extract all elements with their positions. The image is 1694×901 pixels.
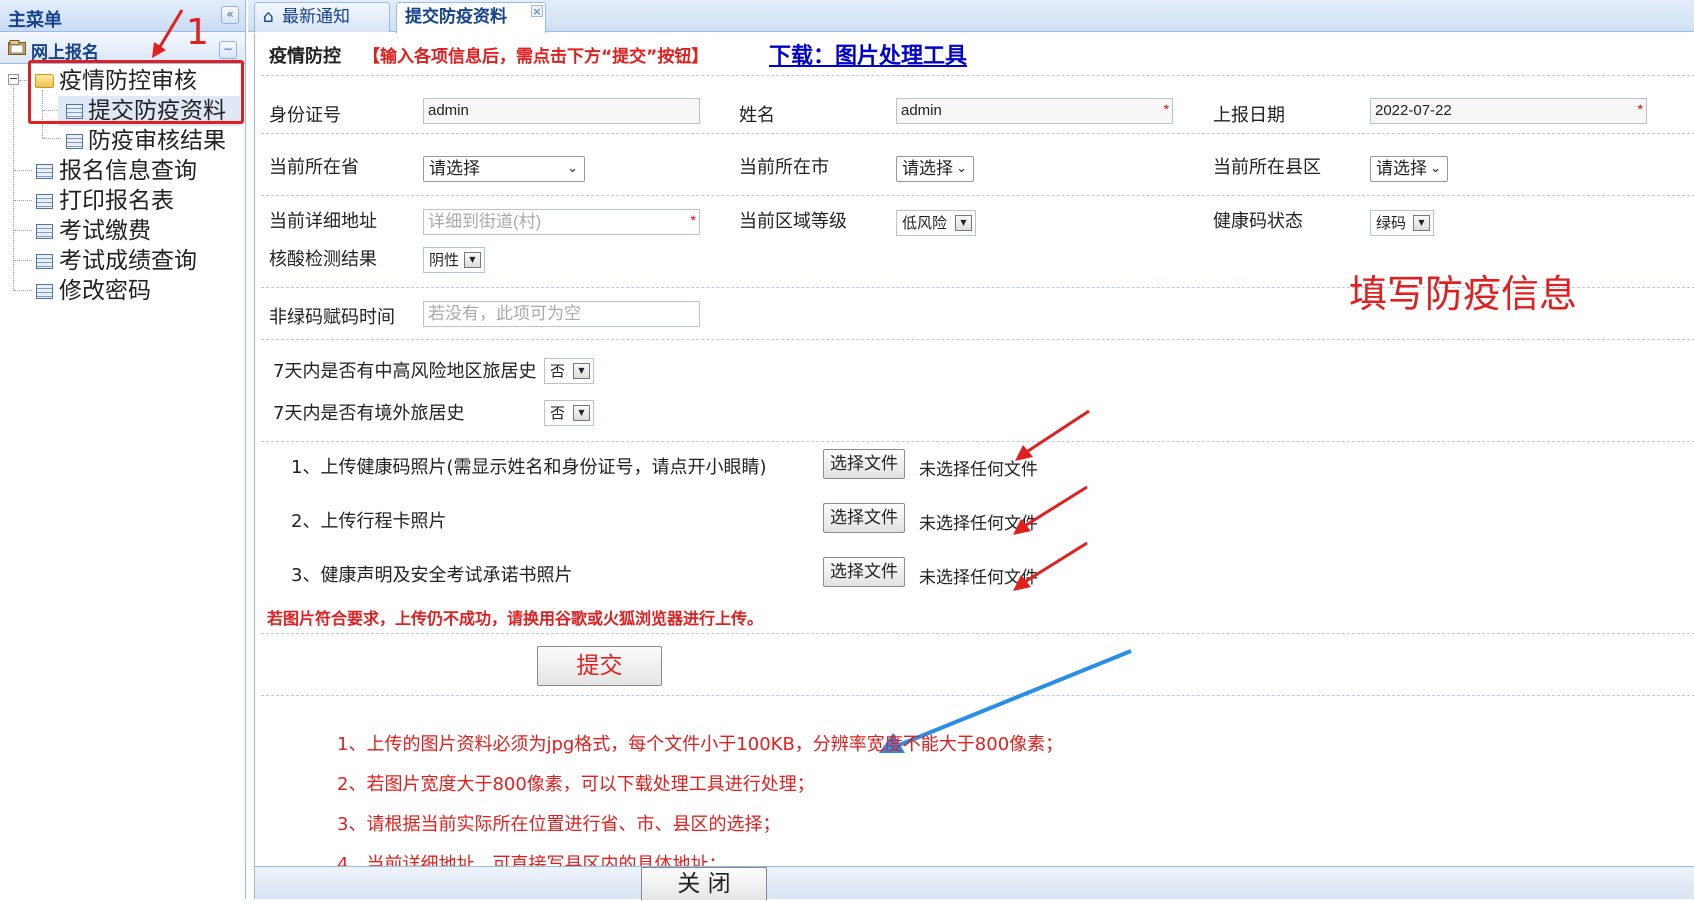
abroad-7days-select[interactable]: 否 ▼ xyxy=(544,400,594,426)
nucleic-test-label: 核酸检测结果 xyxy=(269,249,377,270)
tab-label: 最新通知 xyxy=(282,7,350,27)
note-3: 3、请根据当前实际所在位置进行省、市、县区的选择； xyxy=(337,814,781,835)
note-clip: 4、当前详细地址，可直接写县区内的具体地址； xyxy=(255,846,1694,866)
id-number-field[interactable]: admin xyxy=(423,98,700,124)
county-select[interactable]: 请选择 ⌄ xyxy=(1370,156,1448,182)
tree-item-label: 考试成绩查询 xyxy=(59,248,197,274)
address-label: 当前详细地址 xyxy=(269,211,377,232)
province-label: 当前所在省 xyxy=(269,157,359,178)
note-1: 1、上传的图片资料必须为jpg格式，每个文件小于100KB，分辨率宽度不能大于8… xyxy=(337,734,1064,755)
annotation-arrow-upload-1 xyxy=(1015,409,1090,461)
upload-declaration-button[interactable]: 选择文件 xyxy=(823,557,905,587)
tree-item-change-password[interactable]: 修改密码 xyxy=(30,276,240,306)
annotation-arrow-upload-2 xyxy=(1013,485,1088,535)
non-green-time-label: 非绿码赋码时间 xyxy=(269,307,395,328)
tab-bar: ⌂ 最新通知 提交防疫资料 × xyxy=(248,0,1694,33)
annotation-fill-info: 填写防疫信息 xyxy=(1349,272,1578,316)
report-date-field[interactable]: 2022-07-22 * xyxy=(1370,98,1647,124)
health-code-select[interactable]: 绿码 ▼ xyxy=(1370,210,1434,236)
tab-latest-notice[interactable]: ⌂ 最新通知 xyxy=(254,2,390,32)
risk-level-label: 当前区域等级 xyxy=(739,211,847,232)
chevron-down-icon: ⌄ xyxy=(956,161,967,176)
annotation-highlight-box xyxy=(28,60,244,124)
id-number-label: 身份证号 xyxy=(269,105,341,126)
tree-item-registration-query[interactable]: 报名信息查询 xyxy=(30,156,240,186)
city-select[interactable]: 请选择 ⌄ xyxy=(896,156,974,182)
download-tool-link[interactable]: 下载：图片处理工具 xyxy=(769,38,967,70)
browser-warning: 若图片符合要求，上传仍不成功，请换用谷歌或火狐浏览器进行上传。 xyxy=(267,609,764,628)
annotation-arrow-upload-3 xyxy=(1013,541,1088,591)
tab-label: 提交防疫资料 xyxy=(405,7,507,27)
name-field[interactable]: admin * xyxy=(896,98,1173,124)
list-page-icon xyxy=(36,284,53,299)
tree-item-label: 防疫审核结果 xyxy=(88,128,226,154)
name-label: 姓名 xyxy=(739,105,775,126)
travel-7days-select[interactable]: 否 ▼ xyxy=(544,358,594,384)
dropdown-arrow-icon: ▼ xyxy=(573,405,590,421)
tree-item-label: 报名信息查询 xyxy=(59,158,197,184)
address-field[interactable]: 详细到街道(村) * xyxy=(423,209,700,235)
tree-item-print-form[interactable]: 打印报名表 xyxy=(30,186,240,216)
list-page-icon xyxy=(36,224,53,239)
county-label: 当前所在县区 xyxy=(1213,157,1321,178)
note-2: 2、若图片宽度大于800像素，可以下载处理工具进行处理； xyxy=(337,774,815,795)
report-date-label: 上报日期 xyxy=(1213,105,1285,126)
health-code-label: 健康码状态 xyxy=(1213,211,1303,232)
chevron-down-icon: ⌄ xyxy=(567,161,578,176)
upload-health-code-label: 1、上传健康码照片(需显示姓名和身份证号，请点开小眼睛) xyxy=(291,457,767,478)
tree-item-exam-payment[interactable]: 考试缴费 xyxy=(30,216,240,246)
upload-declaration-label: 3、健康声明及安全考试承诺书照片 xyxy=(291,565,573,586)
upload-itinerary-button[interactable]: 选择文件 xyxy=(823,503,905,533)
home-icon: ⌂ xyxy=(263,7,274,27)
section-title: 疫情防控 xyxy=(269,46,341,67)
tree-item-review-result[interactable]: 防疫审核结果 xyxy=(58,126,240,156)
close-tab-icon[interactable]: × xyxy=(531,5,543,17)
non-green-time-field[interactable]: 若没有，此项可为空 xyxy=(423,301,700,327)
risk-level-select[interactable]: 低风险 ▼ xyxy=(896,210,976,236)
travel-7days-label: 7天内是否有中高风险地区旅居史 xyxy=(273,361,537,382)
sidebar-title: 主菜单 xyxy=(8,10,62,31)
close-button[interactable]: 关 闭 xyxy=(641,867,767,900)
tree-item-label: 考试缴费 xyxy=(59,218,151,244)
city-label: 当前所在市 xyxy=(739,157,829,178)
dropdown-arrow-icon: ▼ xyxy=(573,363,590,379)
dropdown-arrow-icon: ▼ xyxy=(955,215,972,231)
sidebar: 主菜单 « 网上报名 − − 疫情防控审核 提交防疫资料 防疫审核结果 报名信息… xyxy=(0,0,246,899)
abroad-7days-label: 7天内是否有境外旅居史 xyxy=(273,403,465,424)
footer-bar: 关 闭 xyxy=(254,866,1694,900)
list-page-icon xyxy=(36,194,53,209)
tree-item-label: 打印报名表 xyxy=(59,188,174,214)
chevron-down-icon: ⌄ xyxy=(1430,161,1441,176)
tab-submit-epidemic[interactable]: 提交防疫资料 × xyxy=(396,2,546,33)
tree-item-label: 修改密码 xyxy=(59,278,151,304)
list-page-icon xyxy=(36,254,53,269)
submit-button[interactable]: 提交 xyxy=(537,646,662,686)
collapse-sidebar-icon[interactable]: « xyxy=(221,6,239,24)
section-notice: 【输入各项信息后，需点击下方“提交”按钮】 xyxy=(363,47,709,67)
dropdown-arrow-icon: ▼ xyxy=(464,252,481,268)
minimize-panel-icon[interactable]: − xyxy=(219,41,237,59)
panel-folder-icon xyxy=(8,40,26,55)
nucleic-test-select[interactable]: 阴性 ▼ xyxy=(423,247,485,273)
main-content: 疫情防控 【输入各项信息后，需点击下方“提交”按钮】 下载：图片处理工具 身份证… xyxy=(254,33,1694,866)
tree-item-score-query[interactable]: 考试成绩查询 xyxy=(30,246,240,276)
upload-itinerary-label: 2、上传行程卡照片 xyxy=(291,511,447,532)
dropdown-arrow-icon: ▼ xyxy=(1413,215,1430,231)
annotation-arrow-sidebar xyxy=(152,9,184,58)
upload-health-code-button[interactable]: 选择文件 xyxy=(823,449,905,479)
province-select[interactable]: 请选择 ⌄ xyxy=(423,156,585,182)
note-4: 4、当前详细地址，可直接写县区内的具体地址； xyxy=(337,854,727,866)
list-page-icon xyxy=(36,164,53,179)
list-page-icon xyxy=(66,134,83,149)
